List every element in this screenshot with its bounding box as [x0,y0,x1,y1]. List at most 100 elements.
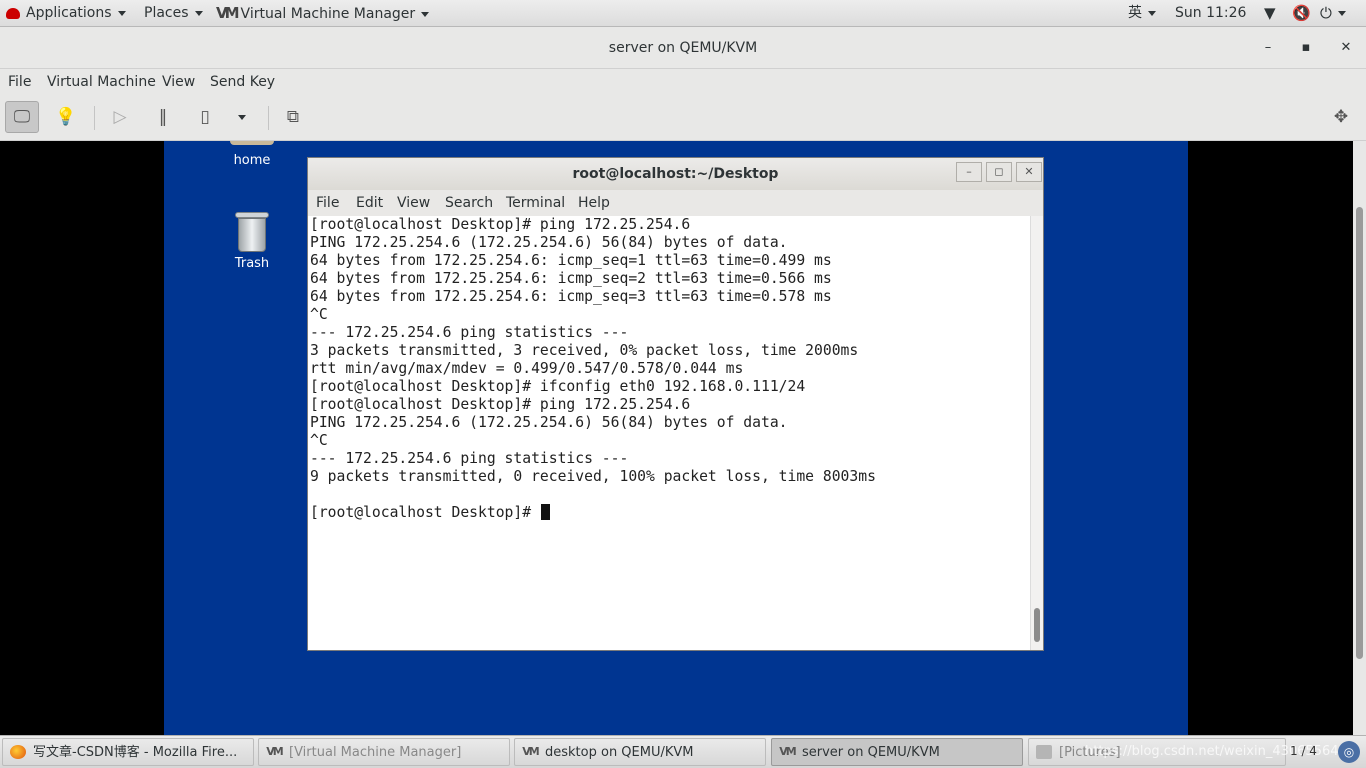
power-off-icon: ▯ [200,107,210,127]
snapshot-icon: ⧉ [286,107,300,127]
terminal-menu-file[interactable]: File [316,190,339,216]
vmm-logo-icon: VM [216,4,239,22]
applications-label: Applications [26,5,112,21]
terminal-output[interactable]: [root@localhost Desktop]# ping 172.25.25… [308,216,1030,650]
power-icon[interactable]: ⏻ [1320,0,1346,27]
terminal-line: --- 172.25.254.6 ping statistics --- [310,450,629,467]
terminal-scrollbar[interactable] [1030,216,1043,650]
terminal-line: [root@localhost Desktop]# ping 172.25.25… [310,216,691,233]
chevron-down-icon [1337,11,1346,16]
app-menu-label: Virtual Machine Manager [240,6,416,22]
monitor-icon: 🖵 [13,107,31,127]
maximize-button[interactable]: ▪ [1295,37,1317,59]
pause-button[interactable]: ‖ [146,101,180,133]
snapshots-button[interactable]: ⧉ [276,101,310,133]
details-button[interactable]: 💡 [49,101,83,133]
vmm-icon: VM [266,745,283,758]
terminal-title: root@localhost:~/Desktop [572,166,779,182]
menu-file[interactable]: File [8,69,31,96]
terminal-menu-edit[interactable]: Edit [356,190,383,216]
folder-icon [1036,745,1052,759]
terminal-line: ^C [310,306,328,323]
terminal-prompt: [root@localhost Desktop]# [310,504,540,521]
terminal-prompt-line[interactable]: [root@localhost Desktop]# [308,504,1030,522]
chevron-down-icon [238,114,246,120]
redhat-logo-icon [6,7,20,19]
task-label: desktop on QEMU/KVM [545,745,694,760]
terminal-menubar: File Edit View Search Terminal Help [308,190,1043,216]
places-menu[interactable]: Places [144,0,203,27]
firefox-icon [10,745,26,759]
clock[interactable]: Sun 11:26 [1175,0,1246,27]
terminal-titlebar: root@localhost:~/Desktop – ◻ ✕ [308,158,1043,190]
vmm-icon: VM [779,745,796,758]
input-method-indicator[interactable]: 英 [1128,0,1156,27]
play-icon: ▷ [113,107,127,127]
terminal-menu-view[interactable]: View [397,190,430,216]
vmm-icon: VM [522,745,539,758]
terminal-line: 64 bytes from 172.25.254.6: icmp_seq=3 t… [310,288,832,305]
input-method-label: 英 [1128,5,1142,21]
task-firefox[interactable]: 写文章-CSDN博客 - Mozilla Fire... [2,738,254,766]
fullscreen-button[interactable]: ✥ [1324,101,1358,133]
terminal-menu-search[interactable]: Search [445,190,493,216]
task-label: server on QEMU/KVM [802,745,940,760]
terminal-line: --- 172.25.254.6 ping statistics --- [310,324,629,341]
app-menu[interactable]: VM Virtual Machine Manager [216,0,430,27]
terminal-line: 3 packets transmitted, 3 received, 0% pa… [310,342,859,359]
workspace-indicator[interactable]: 1 / 4 [1290,736,1317,767]
chevron-down-icon [1148,10,1156,16]
minimize-button[interactable]: – [1257,37,1279,59]
terminal-line: 64 bytes from 172.25.254.6: icmp_seq=1 t… [310,252,832,269]
task-server-vm[interactable]: VM server on QEMU/KVM [771,738,1023,766]
shutdown-dropdown[interactable] [225,101,259,133]
chevron-down-icon [194,10,203,16]
terminal-line: 9 packets transmitted, 0 received, 100% … [310,468,876,485]
window-title: server on QEMU/KVM [608,40,758,56]
desktop-icon-home[interactable]: home [212,141,292,168]
viewer-scrollbar-thumb[interactable] [1356,207,1363,659]
text-cursor [540,504,550,520]
desktop-icon-trash[interactable]: Trash [212,212,292,271]
terminal-line: PING 172.25.254.6 (172.25.254.6) 56(84) … [310,414,788,431]
menu-view[interactable]: View [162,69,195,96]
task-desktop-vm[interactable]: VM desktop on QEMU/KVM [514,738,766,766]
terminal-window[interactable]: root@localhost:~/Desktop – ◻ ✕ File Edit… [307,157,1044,651]
console-button[interactable]: 🖵 [5,101,39,133]
wifi-icon[interactable]: ▼ [1264,0,1276,27]
terminal-minimize-button[interactable]: – [956,162,982,182]
task-label: [Virtual Machine Manager] [289,745,462,760]
volume-icon[interactable]: 🔇 [1292,0,1311,27]
fullscreen-icon: ✥ [1333,107,1349,127]
viewer-toolbar: 🖵 💡 ▷ ‖ ▯ ⧉ ✥ [0,96,1366,141]
task-virtual-machine-manager[interactable]: VM [Virtual Machine Manager] [258,738,510,766]
terminal-line: PING 172.25.254.6 (172.25.254.6) 56(84) … [310,234,788,251]
vm-display[interactable]: home Trash root@localhost:~/Desktop – ◻ … [0,141,1366,735]
trash-icon [235,212,269,252]
terminal-line: 64 bytes from 172.25.254.6: icmp_seq=2 t… [310,270,832,287]
terminal-close-button[interactable]: ✕ [1016,162,1042,182]
shutdown-button[interactable]: ▯ [188,101,222,133]
terminal-line: [root@localhost Desktop]# ping 172.25.25… [310,396,691,413]
terminal-line: ^C [310,432,328,449]
menu-virtual-machine[interactable]: Virtual Machine [47,69,156,96]
close-button[interactable]: ✕ [1335,37,1357,59]
terminal-maximize-button[interactable]: ◻ [986,162,1012,182]
places-label: Places [144,5,189,21]
top-panel: Applications Places VM Virtual Machine Ma… [0,0,1366,27]
terminal-line: [root@localhost Desktop]# ifconfig eth0 … [310,378,806,395]
run-button[interactable]: ▷ [103,101,137,133]
toolbar-separator [268,106,269,130]
guest-desktop[interactable]: home Trash root@localhost:~/Desktop – ◻ … [164,141,1188,735]
viewer-scrollbar[interactable] [1353,141,1366,735]
applications-menu[interactable]: Applications [6,0,126,27]
toolbar-separator [94,106,95,130]
chevron-down-icon [117,10,126,16]
workspace-switcher-icon[interactable]: ◎ [1338,741,1360,763]
desktop-icon-label: Trash [234,256,270,271]
menu-send-key[interactable]: Send Key [210,69,275,96]
terminal-menu-terminal[interactable]: Terminal [506,190,565,216]
terminal-menu-help[interactable]: Help [578,190,610,216]
terminal-scrollbar-thumb[interactable] [1034,608,1040,642]
